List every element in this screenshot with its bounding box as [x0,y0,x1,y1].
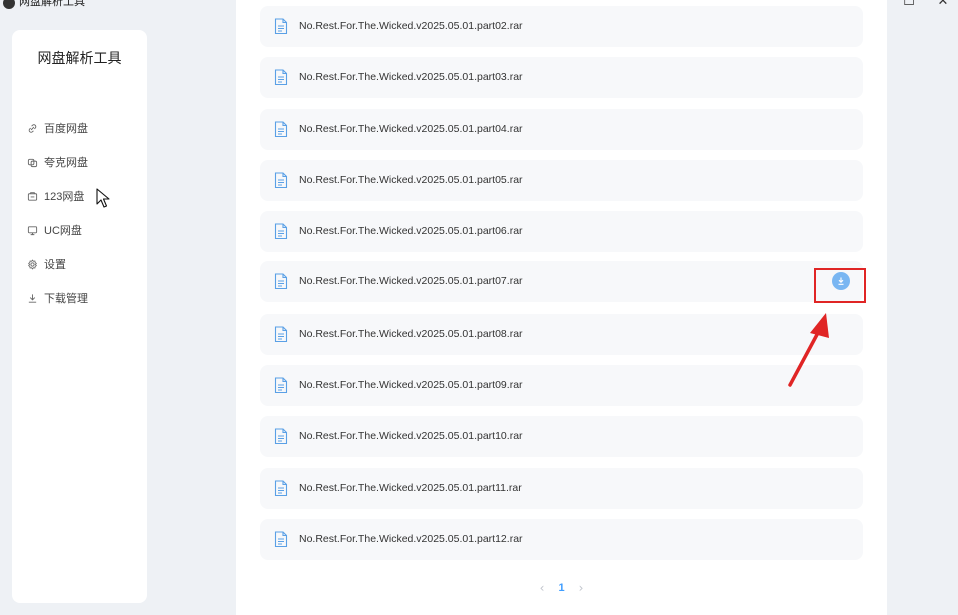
file-name: No.Rest.For.The.Wicked.v2025.05.01.part0… [299,379,523,391]
sidebar-item-label: 夸克网盘 [44,157,88,169]
prev-page-button[interactable]: ‹ [540,581,545,595]
file-name: No.Rest.For.The.Wicked.v2025.05.01.part0… [299,123,523,135]
file-row[interactable]: No.Rest.For.The.Wicked.v2025.05.01.part0… [260,57,863,98]
next-page-button[interactable]: › [579,581,584,595]
cloud-icon [26,156,38,168]
drive-icon [26,190,38,202]
download-icon [26,292,38,304]
close-button[interactable]: ✕ [931,0,955,10]
sidebar: 网盘解析工具 百度网盘 夸克网盘 123网盘 UC网盘 设置 下载管理 [12,30,147,603]
sidebar-item-downloads[interactable]: 下载管理 [26,289,88,307]
maximize-button[interactable]: ☐ [897,0,921,10]
sidebar-title: 网盘解析工具 [37,50,122,66]
link-icon [26,122,38,134]
sidebar-item-label: 百度网盘 [44,123,88,135]
file-name: No.Rest.For.The.Wicked.v2025.05.01.part0… [299,275,523,287]
file-row[interactable]: No.Rest.For.The.Wicked.v2025.05.01.part0… [260,365,863,406]
file-name: No.Rest.For.The.Wicked.v2025.05.01.part0… [299,71,523,83]
file-row[interactable]: No.Rest.For.The.Wicked.v2025.05.01.part0… [260,160,863,201]
file-document-icon [274,69,288,86]
sidebar-item-settings[interactable]: 设置 [26,255,66,273]
pagination: ‹ 1 › [236,579,887,597]
file-name: No.Rest.For.The.Wicked.v2025.05.01.part0… [299,174,523,186]
file-document-icon [274,172,288,189]
sidebar-item-quark[interactable]: 夸克网盘 [26,153,88,171]
page-number-current[interactable]: 1 [558,582,564,594]
file-document-icon [274,480,288,497]
file-row[interactable]: No.Rest.For.The.Wicked.v2025.05.01.part0… [260,211,863,252]
sidebar-item-baidu[interactable]: 百度网盘 [26,119,88,137]
app-logo-icon [3,0,15,9]
file-row[interactable]: No.Rest.For.The.Wicked.v2025.05.01.part1… [260,468,863,509]
monitor-icon [26,224,38,236]
file-name: No.Rest.For.The.Wicked.v2025.05.01.part0… [299,20,523,32]
file-name: No.Rest.For.The.Wicked.v2025.05.01.part1… [299,533,523,545]
file-row[interactable]: No.Rest.For.The.Wicked.v2025.05.01.part0… [260,109,863,150]
file-row[interactable]: No.Rest.For.The.Wicked.v2025.05.01.part0… [260,6,863,47]
file-row[interactable]: No.Rest.For.The.Wicked.v2025.05.01.part1… [260,519,863,560]
sidebar-item-123[interactable]: 123网盘 [26,187,84,205]
file-document-icon [274,377,288,394]
sidebar-item-label: 设置 [44,259,66,271]
file-name: No.Rest.For.The.Wicked.v2025.05.01.part0… [299,328,523,340]
file-document-icon [274,223,288,240]
file-name: No.Rest.For.The.Wicked.v2025.05.01.part0… [299,225,523,237]
file-name: No.Rest.For.The.Wicked.v2025.05.01.part1… [299,482,522,494]
sidebar-item-label: 下载管理 [44,293,88,305]
file-document-icon [274,428,288,445]
gear-icon [26,258,38,270]
sidebar-item-uc[interactable]: UC网盘 [26,221,82,239]
sidebar-item-label: 123网盘 [44,191,85,203]
file-row[interactable]: No.Rest.For.The.Wicked.v2025.05.01.part0… [260,261,863,302]
annotation-arrow-icon [788,313,829,387]
file-document-icon [274,326,288,343]
file-row[interactable]: No.Rest.For.The.Wicked.v2025.05.01.part1… [260,416,863,457]
window-title: 网盘解析工具 [19,0,85,8]
file-document-icon [274,121,288,138]
file-name: No.Rest.For.The.Wicked.v2025.05.01.part1… [299,430,523,442]
annotation-highlight-box [814,268,866,303]
sidebar-item-label: UC网盘 [44,225,82,237]
file-row[interactable]: No.Rest.For.The.Wicked.v2025.05.01.part0… [260,314,863,355]
file-document-icon [274,531,288,548]
file-document-icon [274,273,288,290]
mouse-cursor-icon [96,188,110,208]
file-document-icon [274,18,288,35]
